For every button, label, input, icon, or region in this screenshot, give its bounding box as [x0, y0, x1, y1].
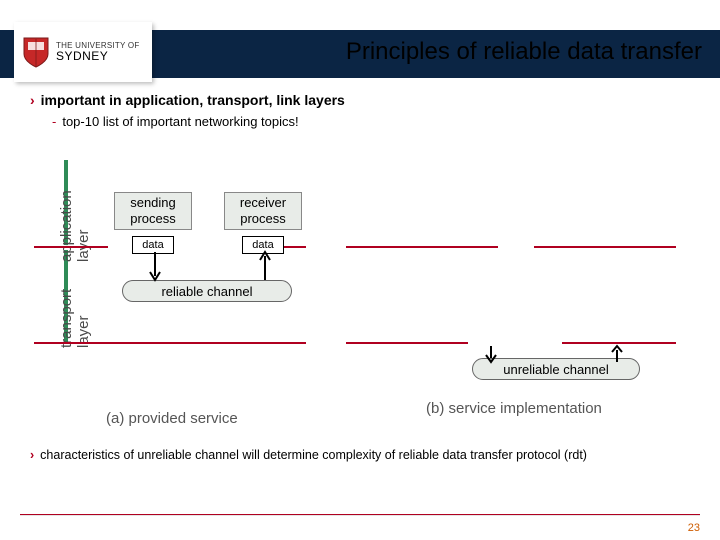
diagram: application layer transport layer sendin…: [34, 150, 684, 438]
page-number: 23: [688, 522, 700, 534]
arrow-up-icon: [256, 252, 274, 289]
logo-text: THE UNIVERSITY OF SYDNEY: [56, 42, 140, 62]
shield-icon: [22, 36, 50, 68]
bullet-1-text: important in application, transport, lin…: [41, 92, 345, 108]
caption-a: (a) provided service: [106, 410, 238, 427]
bullet-icon: ›: [30, 448, 34, 462]
logo-line2: SYDNEY: [56, 50, 140, 62]
red-rule: [34, 246, 108, 248]
red-rule: [346, 342, 468, 344]
content: › important in application, transport, li…: [24, 92, 702, 129]
red-rule: [34, 342, 306, 344]
sending-process: sending process: [114, 192, 192, 230]
receiver-process: receiver process: [224, 192, 302, 230]
arrow-down-icon: [484, 346, 498, 369]
bullet-2: › characteristics of unreliable channel w…: [30, 448, 702, 464]
dash-icon: -: [52, 114, 56, 129]
label-application-layer: application layer: [58, 190, 92, 262]
red-rule: [562, 342, 676, 344]
arrow-down-icon: [146, 252, 164, 289]
red-rule: [534, 246, 676, 248]
sub-bullet-1: -top-10 list of important networking top…: [52, 114, 702, 129]
university-logo: THE UNIVERSITY OF SYDNEY: [14, 22, 152, 82]
bullet-1: › important in application, transport, li…: [30, 92, 702, 108]
footer-divider: [20, 514, 700, 516]
bullet-2-wrap: › characteristics of unreliable channel w…: [24, 448, 702, 464]
bullet-icon: ›: [30, 92, 35, 108]
sub-bullet-1-text: top-10 list of important networking topi…: [62, 114, 298, 129]
arrow-up-icon: [610, 346, 624, 369]
red-rule: [346, 246, 498, 248]
caption-b: (b) service implementation: [426, 400, 602, 417]
bullet-2-text: characteristics of unreliable channel wi…: [40, 448, 587, 462]
page-title: Principles of reliable data transfer: [346, 38, 702, 66]
label-transport-layer: transport layer: [58, 289, 92, 348]
